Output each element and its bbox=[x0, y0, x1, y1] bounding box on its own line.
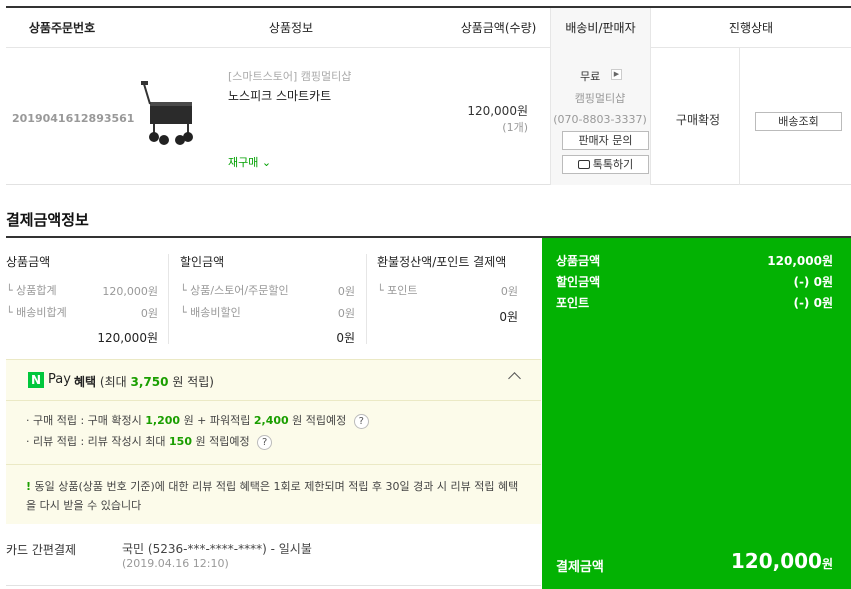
discount-title: 할인금액 bbox=[180, 255, 225, 269]
seller-inquiry-button[interactable]: 판매자 문의 bbox=[562, 131, 649, 150]
shipping-discount-label: └ 배송비할인 bbox=[180, 306, 241, 319]
point-value: 0원 bbox=[500, 285, 518, 298]
final-amount-label: 결제금액 bbox=[556, 560, 604, 575]
card-payment-label: 카드 간편결제 bbox=[6, 543, 77, 557]
order-number: 2019041612893561 bbox=[12, 112, 135, 125]
card-payment-date: (2019.04.16 12:10) bbox=[122, 557, 229, 570]
order-table-header: 상품주문번호 상품정보 상품금액(수량) 배송비/판매자 진행상태 bbox=[6, 8, 851, 48]
header-price-qty: 상품금액(수량) bbox=[460, 21, 537, 35]
rebuy-label: 재구매 bbox=[228, 156, 259, 169]
column-divider bbox=[366, 254, 367, 344]
order-status: 구매확정 bbox=[675, 113, 721, 127]
seller-name: 캠핑멀티샵 bbox=[574, 92, 626, 105]
shipping-discount-value: 0원 bbox=[337, 307, 355, 320]
header-product-info: 상품정보 bbox=[268, 21, 314, 35]
summary-point-value: (-) 0원 bbox=[793, 296, 833, 310]
seller-phone: (070-8803-3337) bbox=[553, 113, 647, 126]
npay-logo-icon: N bbox=[28, 372, 44, 388]
shop-name[interactable]: [스마트스토어] 캠핑멀티샵 bbox=[228, 68, 351, 84]
review-notice: ! 동일 상품(상품 번호 기준)에 대한 리뷰 적립 혜택은 1회로 제한되며… bbox=[26, 480, 519, 512]
refund-point-title: 환불정산액/포인트 결제액 bbox=[377, 255, 507, 269]
summary-point-label: 포인트 bbox=[556, 296, 590, 310]
header-shipping-seller: 배송비/판매자 bbox=[550, 8, 650, 48]
talktalk-button[interactable]: 톡톡하기 bbox=[562, 155, 649, 174]
refund-total: 0원 bbox=[499, 310, 518, 324]
rebuy-link[interactable]: 재구매 ⌄ bbox=[228, 154, 271, 170]
product-name[interactable]: 노스피크 스마트카트 bbox=[228, 87, 331, 104]
header-status: 진행상태 bbox=[650, 8, 851, 48]
product-sum-label: └ 상품합계 bbox=[6, 284, 57, 297]
final-amount-value: 120,000원 bbox=[730, 549, 833, 573]
notice-divider bbox=[6, 464, 541, 465]
point-label: └ 포인트 bbox=[377, 284, 418, 297]
order-table: 상품주문번호 상품정보 상품금액(수량) 배송비/판매자 진행상태 201904… bbox=[6, 6, 851, 185]
npay-benefit-panel: N Pay 혜택 (최대 3,750 원 적립) · 구매 적립 : 구매 확정… bbox=[6, 359, 541, 524]
column-divider bbox=[168, 254, 169, 344]
npay-benefit-title: 혜택 (최대 3,750 원 적립) bbox=[74, 375, 214, 389]
product-price: 120,000원 bbox=[467, 104, 528, 118]
discount-total: 0원 bbox=[336, 331, 355, 345]
talktalk-label: 톡톡하기 bbox=[592, 158, 634, 171]
summary-discount-value: (-) 0원 bbox=[793, 275, 833, 289]
delivery-tracking-button[interactable]: 배송조회 bbox=[755, 112, 842, 131]
collapse-chevron-icon[interactable] bbox=[508, 372, 521, 385]
product-qty: (1개) bbox=[502, 121, 528, 134]
payment-info-title: 결제금액정보 bbox=[6, 211, 89, 229]
npay-max-benefit: 3,750 bbox=[130, 375, 169, 389]
product-amount-total: 120,000원 bbox=[97, 331, 158, 345]
product-amount-title: 상품금액 bbox=[6, 255, 51, 269]
chat-bubble-icon bbox=[577, 159, 590, 169]
purchase-help-icon[interactable]: ? bbox=[353, 414, 369, 429]
payment-summary-panel: 상품금액 120,000원 할인금액 (-) 0원 포인트 (-) 0원 결제금… bbox=[542, 238, 851, 589]
npay-divider bbox=[6, 400, 541, 401]
bottom-divider bbox=[6, 585, 541, 586]
review-reward-line: · 리뷰 적립 : 리뷰 작성시 최대 150 원 적립예정 ? bbox=[26, 433, 273, 450]
notice-exclamation-icon: ! bbox=[26, 480, 32, 493]
card-payment-info: 국민 (5236-***-****-****) - 일시불 bbox=[122, 542, 312, 556]
product-thumbnail-cart-icon[interactable] bbox=[140, 80, 198, 146]
summary-product-amount-value: 120,000원 bbox=[767, 254, 833, 268]
shipping-sum-value: 0원 bbox=[140, 307, 158, 320]
npay-pay-text: Pay bbox=[48, 372, 71, 387]
purchase-reward-line: · 구매 적립 : 구매 확정시 1,200 원 + 파워적립 2,400 원 … bbox=[26, 412, 369, 429]
summary-discount-label: 할인금액 bbox=[556, 275, 601, 289]
shipping-sum-label: └ 배송비합계 bbox=[6, 306, 67, 319]
review-help-icon[interactable]: ? bbox=[257, 435, 273, 450]
summary-product-amount-label: 상품금액 bbox=[556, 254, 601, 268]
order-discount-label: └ 상품/스토어/주문할인 bbox=[180, 284, 289, 297]
order-discount-value: 0원 bbox=[337, 285, 355, 298]
product-sum-value: 120,000원 bbox=[102, 285, 158, 298]
shipping-detail-arrow-icon[interactable]: ▶ bbox=[611, 69, 622, 80]
chevron-down-icon: ⌄ bbox=[261, 156, 272, 169]
shipping-fee: 무료 bbox=[580, 70, 601, 83]
header-order-no: 상품주문번호 bbox=[28, 21, 96, 35]
